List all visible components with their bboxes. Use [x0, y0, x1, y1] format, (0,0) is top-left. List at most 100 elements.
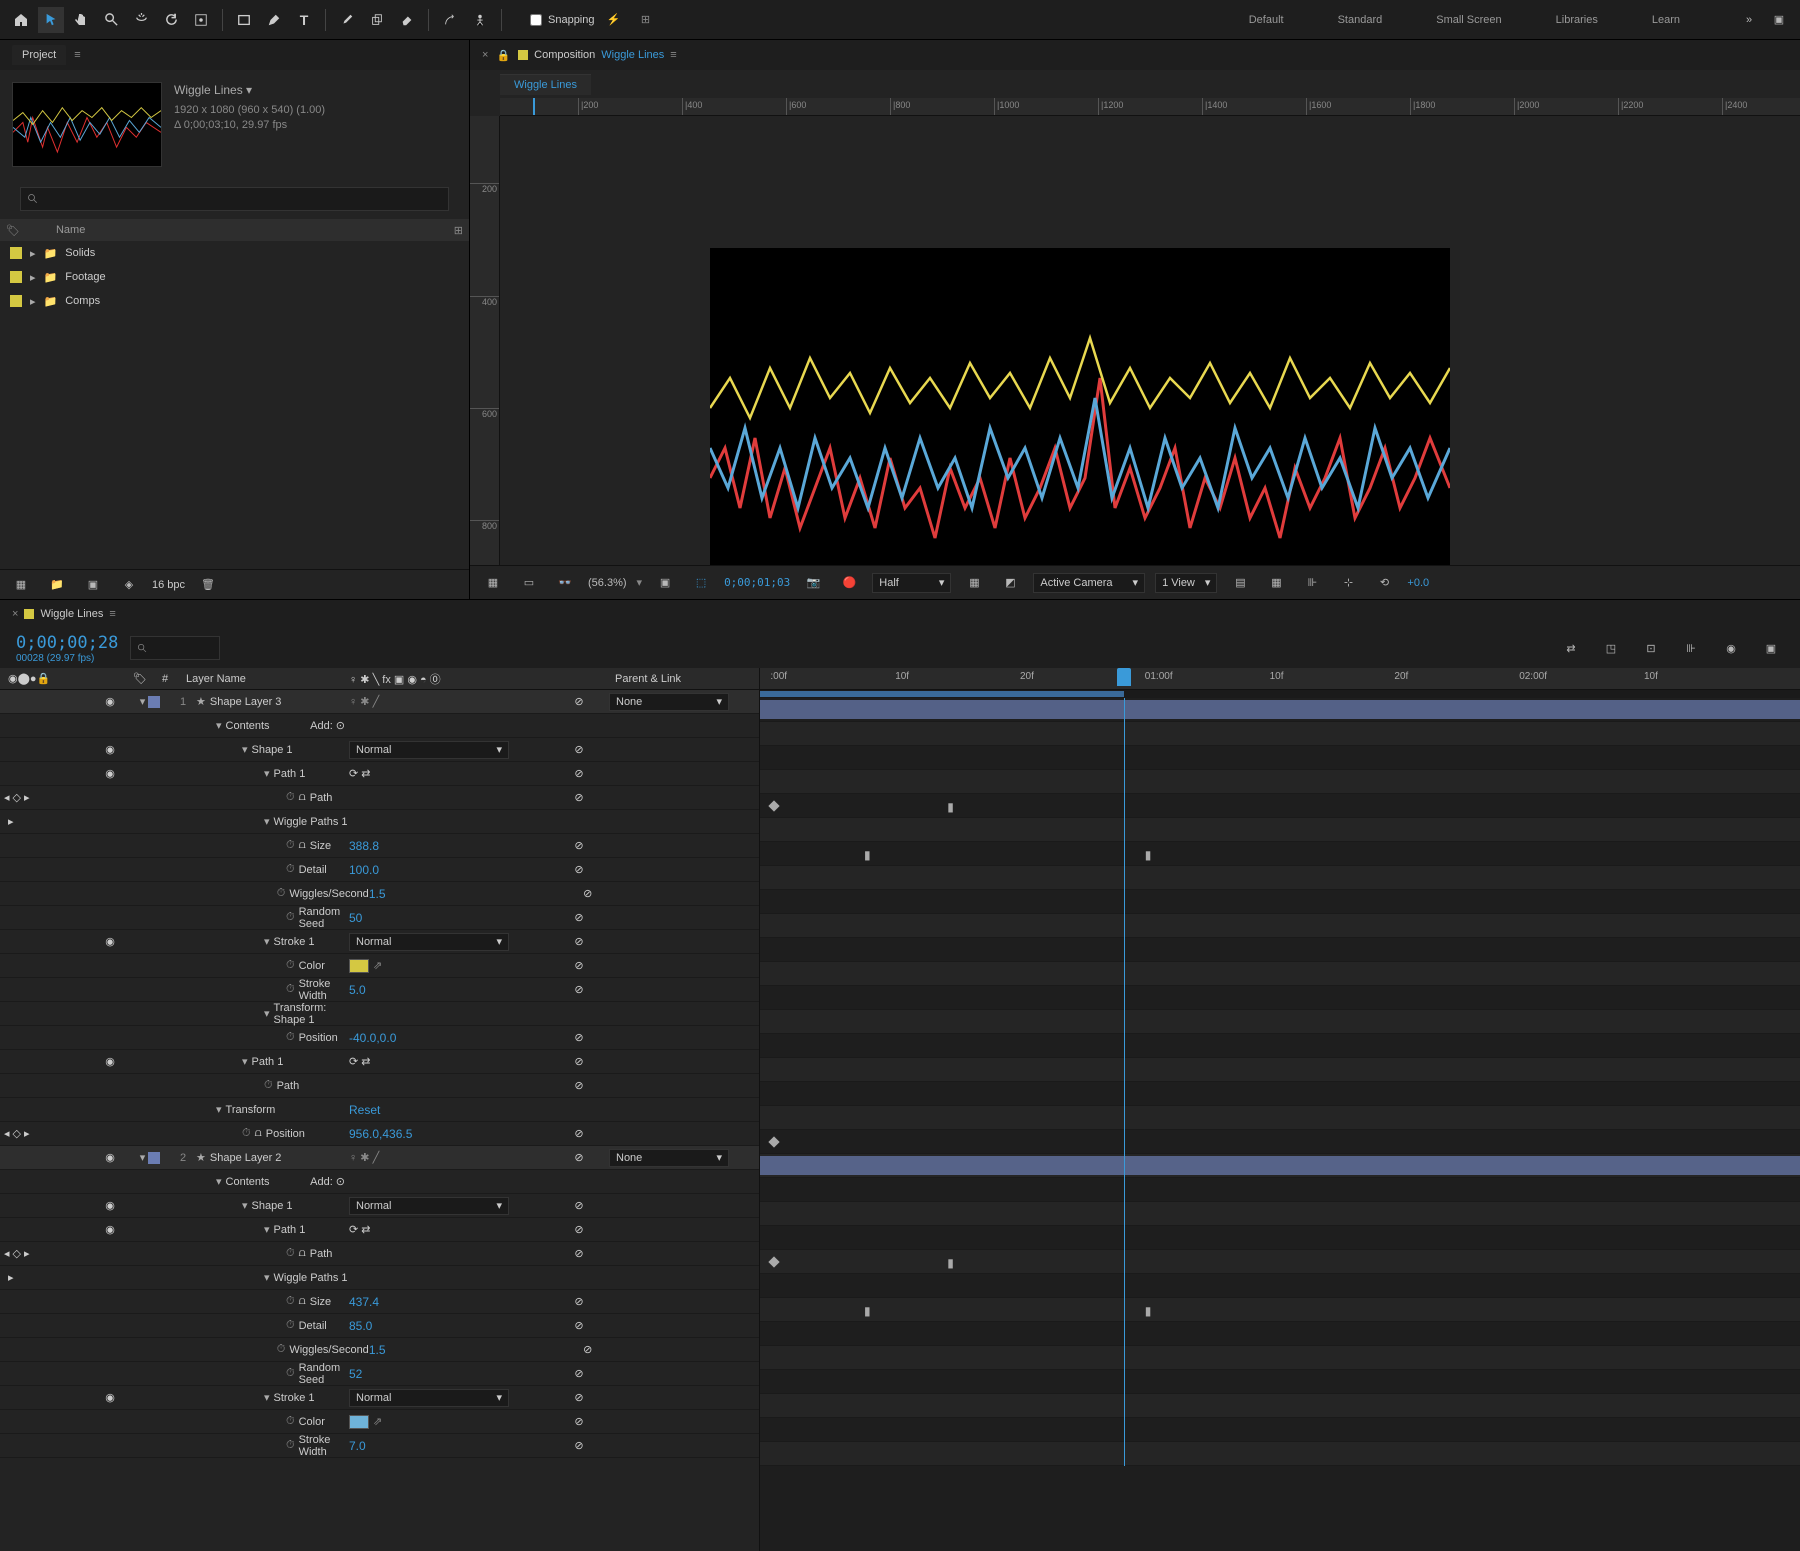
- flowchart-icon[interactable]: ⊹: [1335, 570, 1361, 596]
- path-edit2-icon[interactable]: ⇄: [361, 1223, 370, 1236]
- stopwatch-icon[interactable]: ⏱: [286, 791, 295, 804]
- workspace-learn[interactable]: Learn: [1640, 8, 1692, 32]
- path-edit-icon[interactable]: ⟳: [349, 1055, 358, 1068]
- property-row[interactable]: ⏱Wiggles/Second1.5⊘: [0, 882, 759, 906]
- property-value[interactable]: 50: [349, 911, 362, 925]
- project-row[interactable]: ▸ 📁 Footage: [0, 265, 469, 289]
- close-tab-icon[interactable]: ×: [482, 49, 488, 61]
- stopwatch-icon[interactable]: ⏱: [286, 1415, 295, 1428]
- graph-editor-icon[interactable]: ▣: [1758, 635, 1784, 661]
- track-row[interactable]: [760, 914, 1800, 938]
- marker-icon[interactable]: ▸: [8, 815, 14, 828]
- lock-icon[interactable]: 🔒: [496, 49, 510, 62]
- stopwatch-icon[interactable]: ⏱: [286, 1367, 295, 1380]
- add-menu-icon[interactable]: ⊙: [336, 1175, 345, 1188]
- 3d-icon[interactable]: ◩: [997, 570, 1023, 596]
- twirl-icon[interactable]: ▾: [264, 815, 270, 828]
- zoom-dropdown-icon[interactable]: ▾: [637, 576, 643, 589]
- add-menu-icon[interactable]: ⊙: [336, 719, 345, 732]
- shy-icon[interactable]: ⊡: [1638, 635, 1664, 661]
- name-column-header[interactable]: Name: [56, 224, 85, 236]
- twirl-icon[interactable]: ▸: [30, 295, 36, 308]
- track-row[interactable]: ▮: [760, 794, 1800, 818]
- property-row[interactable]: ⏱Color⇗⊘: [0, 1410, 759, 1434]
- pickwhip-icon[interactable]: ⊘: [574, 839, 583, 852]
- grid-icon[interactable]: ▦: [480, 570, 506, 596]
- layer-label-swatch[interactable]: [148, 696, 160, 708]
- track-row[interactable]: ▮▮: [760, 842, 1800, 866]
- comp-link[interactable]: Wiggle Lines: [601, 49, 664, 61]
- keyframe-diamond[interactable]: [769, 1136, 780, 1147]
- visibility-icon[interactable]: ◉: [105, 935, 115, 948]
- stopwatch-icon[interactable]: ⏱: [277, 1343, 286, 1356]
- layer-row[interactable]: ◉▾2★Shape Layer 2♀ ✱ ╱⊘None▾: [0, 1146, 759, 1170]
- layer-switches[interactable]: ♀ ✱ ╱: [349, 695, 379, 708]
- glasses-icon[interactable]: 👓: [552, 570, 578, 596]
- keyframe-hold[interactable]: ▮: [864, 848, 871, 862]
- property-row[interactable]: ▸▾Wiggle Paths 1: [0, 810, 759, 834]
- comp-mini-icon[interactable]: ⇄: [1558, 635, 1584, 661]
- project-row[interactable]: ▸ 📁 Solids: [0, 241, 469, 265]
- stopwatch-icon[interactable]: ⏱: [286, 983, 295, 996]
- track-row[interactable]: [760, 746, 1800, 770]
- property-row[interactable]: ▾TransformReset: [0, 1098, 759, 1122]
- property-row[interactable]: ▾ContentsAdd:⊙: [0, 1170, 759, 1194]
- blend-mode-dropdown[interactable]: Normal▾: [349, 933, 509, 951]
- property-row[interactable]: ◂◇▸⏱⩍Position956.0,436.5⊘: [0, 1122, 759, 1146]
- property-row[interactable]: ◂◇▸⏱⩍Path⊘: [0, 786, 759, 810]
- selection-tool-icon[interactable]: [38, 7, 64, 33]
- twirl-icon[interactable]: ▾: [264, 935, 270, 948]
- viewer-timecode[interactable]: 0;00;01;03: [724, 576, 790, 589]
- pickwhip-icon[interactable]: ⊘: [574, 1295, 583, 1308]
- track-row[interactable]: [760, 962, 1800, 986]
- track-row[interactable]: [760, 1346, 1800, 1370]
- exposure-value[interactable]: +0.0: [1407, 577, 1429, 589]
- pickwhip-icon[interactable]: ⊘: [574, 863, 583, 876]
- property-value[interactable]: 956.0,436.5: [349, 1127, 412, 1141]
- workspace-libraries[interactable]: Libraries: [1544, 8, 1610, 32]
- twirl-icon[interactable]: ▾: [216, 1175, 222, 1188]
- pickwhip-icon[interactable]: ⊘: [574, 935, 583, 948]
- pickwhip-icon[interactable]: ⊘: [574, 1031, 583, 1044]
- track-row[interactable]: [760, 866, 1800, 890]
- timeline-tab[interactable]: Wiggle Lines: [40, 608, 103, 620]
- brush-tool-icon[interactable]: [334, 7, 360, 33]
- fast-preview-icon[interactable]: ▦: [1263, 570, 1289, 596]
- property-row[interactable]: ⏱Random Seed52⊘: [0, 1362, 759, 1386]
- visibility-icon[interactable]: ◉: [105, 695, 115, 708]
- track-row[interactable]: [760, 1010, 1800, 1034]
- eyedropper-icon[interactable]: ⇗: [373, 1415, 382, 1428]
- bpc-label[interactable]: 16 bpc: [152, 579, 185, 591]
- layer-switches[interactable]: ♀ ✱ ╱: [349, 1151, 379, 1164]
- property-row[interactable]: ▾Transform: Shape 1: [0, 1002, 759, 1026]
- parent-dropdown[interactable]: None▾: [609, 1149, 729, 1167]
- close-tab-icon[interactable]: ×: [12, 608, 18, 620]
- pen-tool-icon[interactable]: [261, 7, 287, 33]
- path-edit2-icon[interactable]: ⇄: [361, 767, 370, 780]
- track-row[interactable]: [760, 1394, 1800, 1418]
- type-tool-icon[interactable]: T: [291, 7, 317, 33]
- snapshot-icon[interactable]: 📷: [800, 570, 826, 596]
- property-row[interactable]: ⏱Random Seed50⊘: [0, 906, 759, 930]
- pickwhip-icon[interactable]: ⊘: [583, 887, 592, 900]
- color-swatch[interactable]: [349, 1415, 369, 1429]
- property-row[interactable]: ◉▾Stroke 1Normal▾⊘: [0, 930, 759, 954]
- twirl-icon[interactable]: ▾: [264, 1391, 270, 1404]
- project-tab[interactable]: Project: [12, 45, 66, 65]
- layer-row[interactable]: ◉▾1★Shape Layer 3♀ ✱ ╱⊘None▾: [0, 690, 759, 714]
- eyedropper-icon[interactable]: ⇗: [373, 959, 382, 972]
- track-row[interactable]: [760, 938, 1800, 962]
- track-row[interactable]: [760, 1442, 1800, 1466]
- property-row[interactable]: ⏱⩍Size437.4⊘: [0, 1290, 759, 1314]
- twirl-icon[interactable]: ▾: [216, 719, 222, 732]
- project-row[interactable]: ▸ 📁 Comps: [0, 289, 469, 313]
- pickwhip-icon[interactable]: ⊘: [583, 1343, 592, 1356]
- property-row[interactable]: ▾ContentsAdd:⊙: [0, 714, 759, 738]
- parent-header[interactable]: Parent & Link: [609, 673, 759, 685]
- track-row[interactable]: [760, 890, 1800, 914]
- toggle-mask-icon[interactable]: ▭: [516, 570, 542, 596]
- property-value[interactable]: 388.8: [349, 839, 379, 853]
- property-value[interactable]: -40.0,0.0: [349, 1031, 396, 1045]
- twirl-icon[interactable]: ▸: [30, 271, 36, 284]
- pickwhip-icon[interactable]: ⊘: [574, 1391, 583, 1404]
